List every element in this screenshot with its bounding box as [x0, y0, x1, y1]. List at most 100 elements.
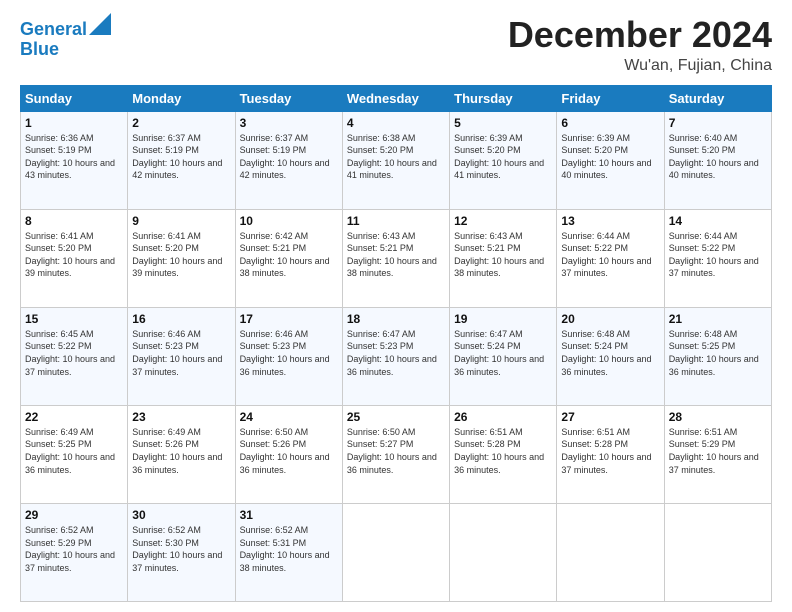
- calendar-cell: 7 Sunrise: 6:40 AMSunset: 5:20 PMDaylight…: [664, 111, 771, 209]
- day-number: 2: [132, 116, 230, 130]
- day-info: Sunrise: 6:51 AMSunset: 5:28 PMDaylight:…: [454, 427, 544, 475]
- day-info: Sunrise: 6:42 AMSunset: 5:21 PMDaylight:…: [240, 231, 330, 279]
- calendar-cell: 2 Sunrise: 6:37 AMSunset: 5:19 PMDaylight…: [128, 111, 235, 209]
- day-info: Sunrise: 6:52 AMSunset: 5:31 PMDaylight:…: [240, 525, 330, 573]
- calendar-cell: 20 Sunrise: 6:48 AMSunset: 5:24 PMDayligh…: [557, 307, 664, 405]
- day-number: 25: [347, 410, 445, 424]
- day-number: 12: [454, 214, 552, 228]
- day-number: 16: [132, 312, 230, 326]
- day-number: 29: [25, 508, 123, 522]
- day-info: Sunrise: 6:47 AMSunset: 5:23 PMDaylight:…: [347, 329, 437, 377]
- day-number: 10: [240, 214, 338, 228]
- calendar-cell: 13 Sunrise: 6:44 AMSunset: 5:22 PMDayligh…: [557, 209, 664, 307]
- day-number: 22: [25, 410, 123, 424]
- day-number: 4: [347, 116, 445, 130]
- calendar-week-row: 15 Sunrise: 6:45 AMSunset: 5:22 PMDayligh…: [21, 307, 772, 405]
- calendar-week-row: 29 Sunrise: 6:52 AMSunset: 5:29 PMDayligh…: [21, 503, 772, 601]
- day-number: 15: [25, 312, 123, 326]
- logo-blue: Blue: [20, 39, 59, 59]
- calendar-cell: 10 Sunrise: 6:42 AMSunset: 5:21 PMDayligh…: [235, 209, 342, 307]
- calendar-cell: 22Sunrise: 6:49 AMSunset: 5:25 PMDayligh…: [21, 405, 128, 503]
- calendar-week-row: 1 Sunrise: 6:36 AMSunset: 5:19 PMDaylight…: [21, 111, 772, 209]
- day-number: 7: [669, 116, 767, 130]
- day-info: Sunrise: 6:39 AMSunset: 5:20 PMDaylight:…: [454, 133, 544, 181]
- day-info: Sunrise: 6:51 AMSunset: 5:28 PMDaylight:…: [561, 427, 651, 475]
- day-number: 14: [669, 214, 767, 228]
- calendar-cell: 8Sunrise: 6:41 AMSunset: 5:20 PMDaylight…: [21, 209, 128, 307]
- calendar-cell: 28 Sunrise: 6:51 AMSunset: 5:29 PMDayligh…: [664, 405, 771, 503]
- day-info: Sunrise: 6:37 AMSunset: 5:19 PMDaylight:…: [132, 133, 222, 181]
- empty-cell: [450, 503, 557, 601]
- calendar-cell: 27 Sunrise: 6:51 AMSunset: 5:28 PMDayligh…: [557, 405, 664, 503]
- day-number: 3: [240, 116, 338, 130]
- day-number: 19: [454, 312, 552, 326]
- header: General Blue December 2024 Wu'an, Fujian…: [20, 15, 772, 75]
- calendar-cell: 26 Sunrise: 6:51 AMSunset: 5:28 PMDayligh…: [450, 405, 557, 503]
- day-number: 28: [669, 410, 767, 424]
- day-number: 13: [561, 214, 659, 228]
- day-info: Sunrise: 6:43 AMSunset: 5:21 PMDaylight:…: [454, 231, 544, 279]
- day-number: 23: [132, 410, 230, 424]
- calendar-cell: 23 Sunrise: 6:49 AMSunset: 5:26 PMDayligh…: [128, 405, 235, 503]
- day-number: 6: [561, 116, 659, 130]
- day-number: 27: [561, 410, 659, 424]
- day-number: 5: [454, 116, 552, 130]
- day-info: Sunrise: 6:44 AMSunset: 5:22 PMDaylight:…: [561, 231, 651, 279]
- day-info: Sunrise: 6:48 AMSunset: 5:24 PMDaylight:…: [561, 329, 651, 377]
- day-info: Sunrise: 6:48 AMSunset: 5:25 PMDaylight:…: [669, 329, 759, 377]
- calendar-cell: 14 Sunrise: 6:44 AMSunset: 5:22 PMDayligh…: [664, 209, 771, 307]
- calendar-cell: 25 Sunrise: 6:50 AMSunset: 5:27 PMDayligh…: [342, 405, 449, 503]
- empty-cell: [342, 503, 449, 601]
- day-info: Sunrise: 6:39 AMSunset: 5:20 PMDaylight:…: [561, 133, 651, 181]
- day-info: Sunrise: 6:52 AMSunset: 5:30 PMDaylight:…: [132, 525, 222, 573]
- day-number: 18: [347, 312, 445, 326]
- calendar-cell: 16Sunrise: 6:46 AMSunset: 5:23 PMDayligh…: [128, 307, 235, 405]
- day-number: 26: [454, 410, 552, 424]
- calendar-cell: 12 Sunrise: 6:43 AMSunset: 5:21 PMDayligh…: [450, 209, 557, 307]
- day-info: Sunrise: 6:52 AMSunset: 5:29 PMDaylight:…: [25, 525, 115, 573]
- day-number: 20: [561, 312, 659, 326]
- calendar-cell: 11Sunrise: 6:43 AMSunset: 5:21 PMDayligh…: [342, 209, 449, 307]
- calendar-cell: 4Sunrise: 6:38 AMSunset: 5:20 PMDaylight…: [342, 111, 449, 209]
- logo-icon: [89, 13, 111, 35]
- day-number: 30: [132, 508, 230, 522]
- day-number: 9: [132, 214, 230, 228]
- month-title: December 2024: [508, 15, 772, 55]
- calendar-cell: 6 Sunrise: 6:39 AMSunset: 5:20 PMDaylight…: [557, 111, 664, 209]
- calendar-day-header: Thursday: [450, 85, 557, 111]
- calendar-day-header: Monday: [128, 85, 235, 111]
- calendar-day-header: Sunday: [21, 85, 128, 111]
- day-info: Sunrise: 6:40 AMSunset: 5:20 PMDaylight:…: [669, 133, 759, 181]
- logo: General Blue: [20, 20, 111, 60]
- day-info: Sunrise: 6:47 AMSunset: 5:24 PMDaylight:…: [454, 329, 544, 377]
- day-info: Sunrise: 6:51 AMSunset: 5:29 PMDaylight:…: [669, 427, 759, 475]
- calendar-cell: 21Sunrise: 6:48 AMSunset: 5:25 PMDayligh…: [664, 307, 771, 405]
- day-info: Sunrise: 6:44 AMSunset: 5:22 PMDaylight:…: [669, 231, 759, 279]
- day-number: 17: [240, 312, 338, 326]
- calendar-cell: 18 Sunrise: 6:47 AMSunset: 5:23 PMDayligh…: [342, 307, 449, 405]
- day-info: Sunrise: 6:46 AMSunset: 5:23 PMDaylight:…: [240, 329, 330, 377]
- day-info: Sunrise: 6:49 AMSunset: 5:26 PMDaylight:…: [132, 427, 222, 475]
- calendar-week-row: 22Sunrise: 6:49 AMSunset: 5:25 PMDayligh…: [21, 405, 772, 503]
- calendar-day-header: Friday: [557, 85, 664, 111]
- calendar-header-row: SundayMondayTuesdayWednesdayThursdayFrid…: [21, 85, 772, 111]
- calendar-day-header: Saturday: [664, 85, 771, 111]
- empty-cell: [664, 503, 771, 601]
- day-info: Sunrise: 6:36 AMSunset: 5:19 PMDaylight:…: [25, 133, 115, 181]
- day-info: Sunrise: 6:37 AMSunset: 5:19 PMDaylight:…: [240, 133, 330, 181]
- location: Wu'an, Fujian, China: [508, 57, 772, 75]
- day-info: Sunrise: 6:41 AMSunset: 5:20 PMDaylight:…: [132, 231, 222, 279]
- calendar-cell: 9 Sunrise: 6:41 AMSunset: 5:20 PMDaylight…: [128, 209, 235, 307]
- day-info: Sunrise: 6:50 AMSunset: 5:27 PMDaylight:…: [347, 427, 437, 475]
- calendar-day-header: Wednesday: [342, 85, 449, 111]
- calendar-cell: 17 Sunrise: 6:46 AMSunset: 5:23 PMDayligh…: [235, 307, 342, 405]
- calendar-cell: 19 Sunrise: 6:47 AMSunset: 5:24 PMDayligh…: [450, 307, 557, 405]
- logo-general: General: [20, 19, 87, 39]
- calendar-cell: 3 Sunrise: 6:37 AMSunset: 5:19 PMDaylight…: [235, 111, 342, 209]
- logo-text: General Blue: [20, 20, 111, 60]
- day-info: Sunrise: 6:43 AMSunset: 5:21 PMDaylight:…: [347, 231, 437, 279]
- empty-cell: [557, 503, 664, 601]
- day-number: 1: [25, 116, 123, 130]
- calendar-week-row: 8Sunrise: 6:41 AMSunset: 5:20 PMDaylight…: [21, 209, 772, 307]
- day-info: Sunrise: 6:45 AMSunset: 5:22 PMDaylight:…: [25, 329, 115, 377]
